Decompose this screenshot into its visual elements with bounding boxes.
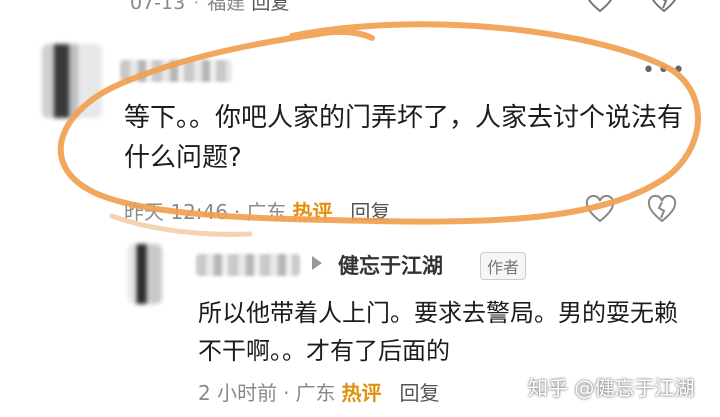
more-icon[interactable]: •••	[642, 58, 687, 83]
previous-comment-location: 福建	[207, 0, 246, 14]
hot-badge: 热评	[292, 200, 333, 224]
reply-meta: 2 小时前 · 广东 热评 回复	[198, 381, 440, 405]
reply-time: 2 小时前	[198, 381, 278, 405]
previous-comment-meta: 07-13 · 福建 回复	[130, 0, 289, 15]
watermark: 知乎 @健忘于江湖	[528, 376, 695, 400]
reply-reply-button[interactable]: 回复	[399, 381, 439, 405]
comment-location: 广东	[246, 200, 287, 224]
reply-button[interactable]: 回复	[350, 200, 390, 224]
previous-reply-button[interactable]: 回复	[251, 0, 289, 14]
username-blurred[interactable]	[120, 60, 232, 82]
reply-arrow-icon	[312, 256, 322, 270]
heart-icon[interactable]	[584, 194, 616, 226]
reply-text: 所以他带着人上门。要求去警局。男的耍无赖不干啊。。才有了后面的	[198, 299, 678, 365]
comment-time: 昨天 12:46	[124, 200, 228, 224]
avatar[interactable]	[42, 44, 102, 118]
reply-to-author[interactable]: 健忘于江湖	[338, 250, 443, 280]
reply-username-blurred[interactable]	[196, 254, 300, 276]
reply-hot-badge: 热评	[341, 381, 382, 405]
heart-icon[interactable]	[584, 0, 616, 16]
comment-text: 等下。。你吧人家的门弄坏了，人家去讨个说法有什么问题?	[124, 103, 684, 173]
author-badge: 作者	[480, 252, 527, 280]
comment-meta: 昨天 12:46 · 广东 热评 回复	[124, 200, 391, 224]
broken-heart-icon[interactable]	[648, 0, 680, 16]
broken-heart-icon[interactable]	[646, 194, 678, 226]
reply-location: 广东	[295, 381, 336, 405]
reply-avatar[interactable]	[128, 244, 162, 304]
previous-comment-date: 07-13	[130, 0, 186, 14]
